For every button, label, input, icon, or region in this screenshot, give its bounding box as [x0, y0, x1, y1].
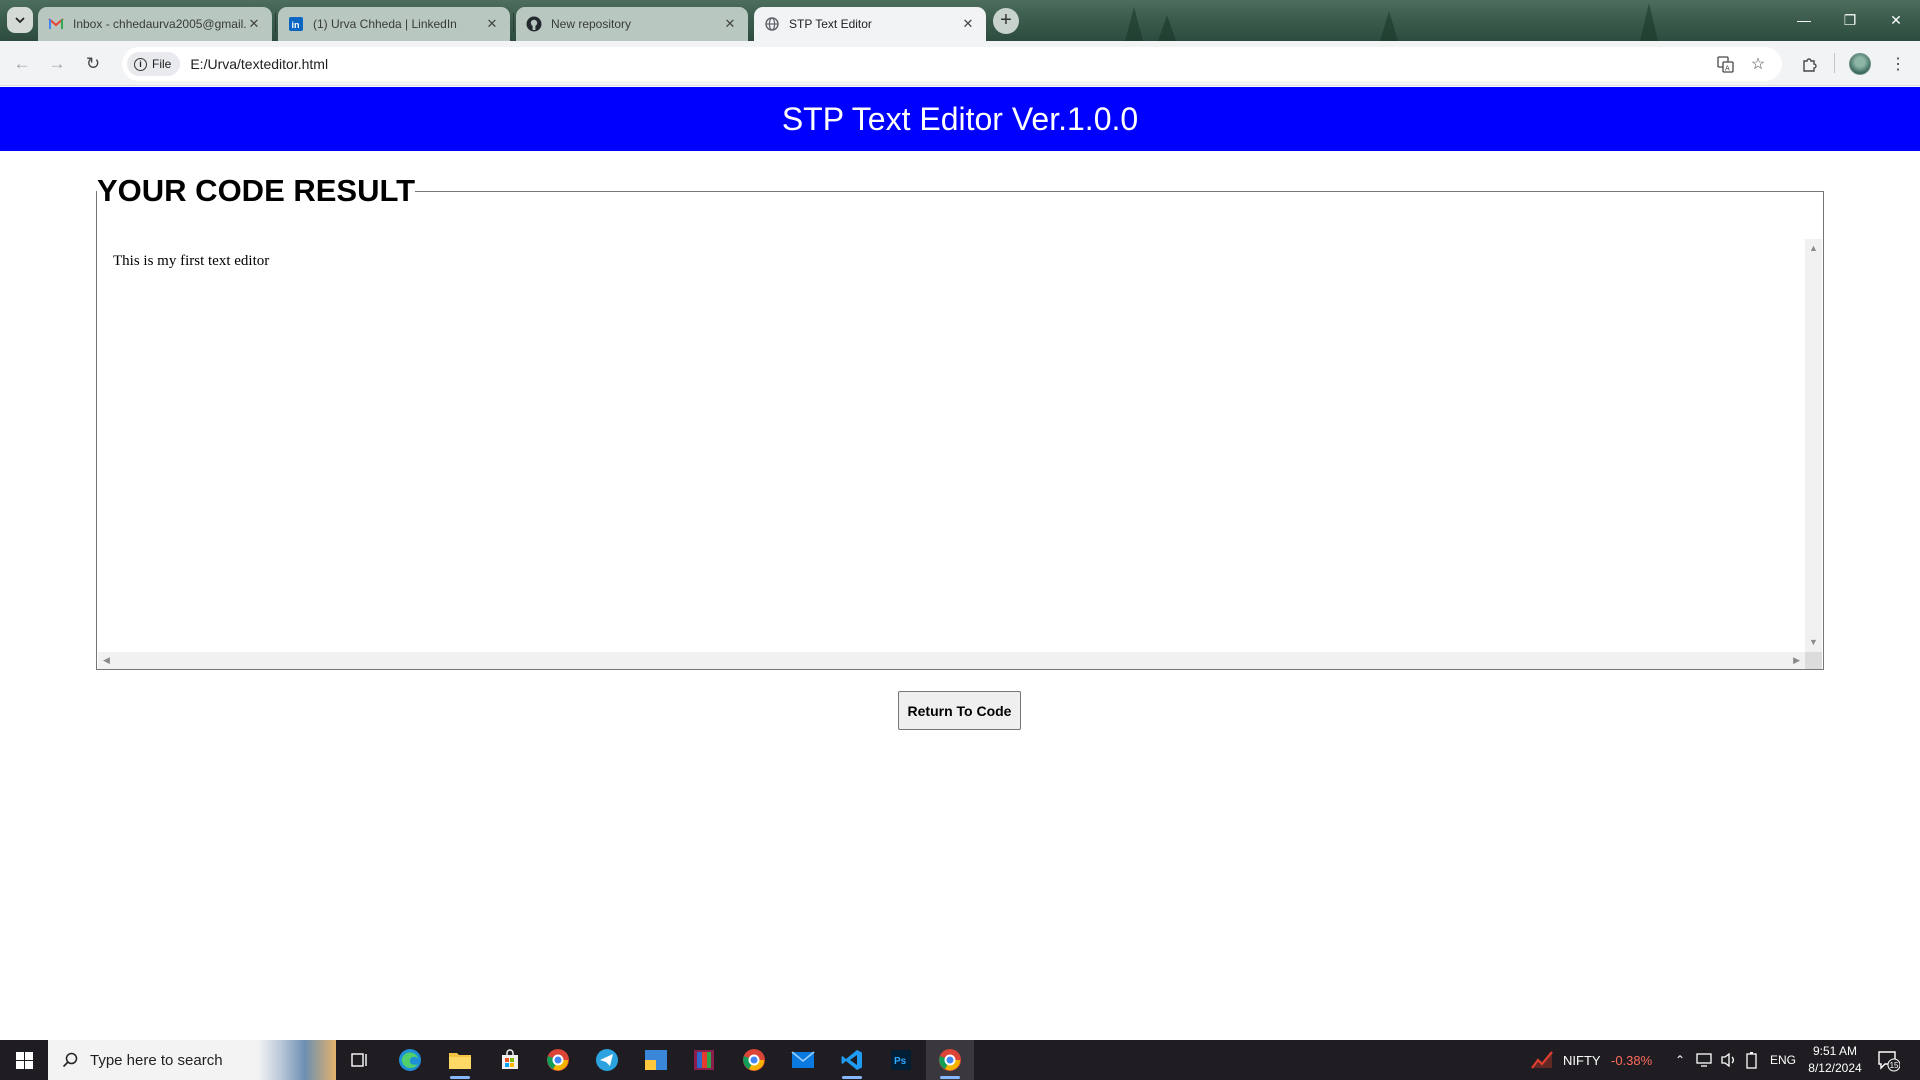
gmail-icon [48, 16, 64, 32]
toolbar-divider [1834, 53, 1835, 73]
tab-title: New repository [551, 17, 632, 31]
restore-icon[interactable]: ❐ [1827, 8, 1873, 32]
profile-avatar[interactable] [1848, 52, 1872, 76]
tab-linkedin[interactable]: in (1) Urva Chheda | LinkedIn ✕ [278, 7, 510, 41]
tab-divider [513, 13, 514, 33]
page-header: STP Text Editor Ver.1.0.0 [0, 87, 1920, 151]
tab-title: STP Text Editor [789, 17, 872, 31]
windows-logo-icon [15, 1051, 33, 1069]
site-info-label: File [152, 57, 172, 71]
translate-icon[interactable]: A [1710, 47, 1740, 81]
background-tree [1125, 7, 1143, 41]
site-info-chip[interactable]: i File [127, 52, 181, 76]
volume-icon[interactable] [1720, 1040, 1738, 1080]
tab-title: (1) Urva Chheda | LinkedIn [313, 17, 457, 31]
tab-search-button[interactable] [7, 7, 33, 33]
microsoft-store-icon[interactable] [486, 1040, 534, 1080]
globe-icon [764, 16, 780, 32]
tab-stp-text-editor[interactable]: STP Text Editor ✕ [754, 7, 986, 41]
tab-gmail[interactable]: Inbox - chhedaurva2005@gmail.com ✕ [38, 7, 272, 41]
taskbar-clock[interactable]: 9:51 AM 8/12/2024 [1800, 1043, 1870, 1077]
stock-name[interactable]: NIFTY [1563, 1040, 1601, 1080]
tab-divider [275, 13, 276, 33]
close-icon[interactable]: ✕ [484, 16, 500, 32]
file-explorer-icon[interactable] [436, 1040, 484, 1080]
tab-github[interactable]: New repository ✕ [516, 7, 748, 41]
extensions-puzzle-icon[interactable] [1797, 52, 1821, 76]
result-output-text: This is my first text editor [113, 253, 270, 269]
battery-icon[interactable] [1745, 1040, 1759, 1080]
scrollbar-corner [1805, 652, 1822, 669]
chevron-down-icon [15, 17, 25, 24]
svg-text:A: A [1725, 65, 1730, 72]
back-arrow-icon[interactable]: ← [11, 53, 33, 75]
new-tab-button[interactable]: + [993, 8, 1019, 34]
url-text[interactable]: E:/Urva/texteditor.html [190, 56, 328, 72]
scroll-left-arrow-icon[interactable]: ◀ [103, 656, 110, 665]
network-icon[interactable] [1696, 1040, 1714, 1080]
close-icon[interactable]: ✕ [722, 16, 738, 32]
scroll-right-arrow-icon[interactable]: ▶ [1793, 656, 1800, 665]
browser-tab-strip: Inbox - chhedaurva2005@gmail.com ✕ in (1… [0, 0, 1920, 41]
horizontal-scrollbar[interactable]: ◀ ▶ [98, 652, 1805, 669]
forward-arrow-icon[interactable]: → [46, 53, 68, 75]
clock-time: 9:51 AM [1812, 1044, 1858, 1058]
background-tree [1380, 11, 1398, 41]
language-indicator[interactable]: ENG [1770, 1040, 1796, 1080]
reload-icon[interactable]: ↻ [82, 53, 104, 75]
svg-text:Ps: Ps [894, 1056, 907, 1067]
edge-icon[interactable] [386, 1040, 434, 1080]
close-icon[interactable]: ✕ [246, 16, 262, 32]
window-close-icon[interactable]: ✕ [1873, 8, 1919, 32]
taskbar-search-box[interactable]: Type here to search [48, 1040, 336, 1080]
photoshop-icon[interactable]: Ps [877, 1040, 925, 1080]
notification-center-icon[interactable]: 15 [1876, 1048, 1901, 1072]
vscode-icon[interactable] [828, 1040, 876, 1080]
return-to-code-button[interactable]: Return To Code [898, 691, 1021, 730]
linkedin-icon: in [288, 16, 304, 32]
menu-kebab-icon[interactable]: ⋮ [1886, 52, 1910, 76]
task-view-icon[interactable] [336, 1040, 384, 1080]
vertical-scrollbar[interactable]: ▲ ▼ [1805, 239, 1822, 652]
close-icon[interactable]: ✕ [960, 16, 976, 32]
notification-count: 15 [1890, 1061, 1899, 1070]
search-placeholder: Type here to search [90, 1051, 223, 1069]
telegram-icon[interactable] [583, 1040, 631, 1080]
result-iframe[interactable]: This is my first text editor ▲ ▼ ◀ ▶ [98, 239, 1822, 669]
scroll-down-arrow-icon[interactable]: ▼ [1809, 638, 1818, 647]
chrome-icon[interactable] [730, 1040, 778, 1080]
search-highlight-image [258, 1040, 336, 1080]
result-legend: YOUR CODE RESULT [97, 173, 416, 208]
github-icon [526, 16, 542, 32]
mail-icon[interactable] [779, 1040, 827, 1080]
chrome-profile-icon[interactable] [534, 1040, 582, 1080]
winrar-icon[interactable] [680, 1040, 728, 1080]
background-tree [1640, 3, 1658, 41]
stock-change[interactable]: -0.38% [1611, 1040, 1652, 1080]
search-icon [62, 1052, 78, 1068]
background-tree [1158, 15, 1176, 41]
info-icon: i [134, 57, 147, 71]
svg-text:in: in [292, 20, 300, 30]
bookmark-star-icon[interactable]: ☆ [1743, 47, 1773, 81]
chrome-active-icon[interactable] [926, 1040, 974, 1080]
tab-title: Inbox - chhedaurva2005@gmail.com [73, 17, 246, 31]
app-window-icon[interactable] [632, 1040, 680, 1080]
scroll-up-arrow-icon[interactable]: ▲ [1809, 244, 1818, 253]
avatar [1849, 53, 1871, 75]
start-button[interactable] [0, 1040, 48, 1080]
show-hidden-icons-chevron-icon[interactable]: ⌃ [1675, 1040, 1685, 1080]
stock-chart-icon[interactable] [1530, 1040, 1554, 1080]
browser-toolbar: ← → ↻ i File E:/Urva/texteditor.html A ☆… [0, 41, 1920, 86]
address-bar[interactable]: i File E:/Urva/texteditor.html A ☆ [122, 47, 1782, 81]
windows-taskbar: Type here to search Ps NIFTY -0.38% ⌃ EN… [0, 1040, 1920, 1080]
result-fieldset: YOUR CODE RESULT This is my first text e… [96, 174, 1824, 670]
minimize-icon[interactable]: — [1781, 8, 1827, 32]
clock-date: 8/12/2024 [1808, 1061, 1862, 1075]
